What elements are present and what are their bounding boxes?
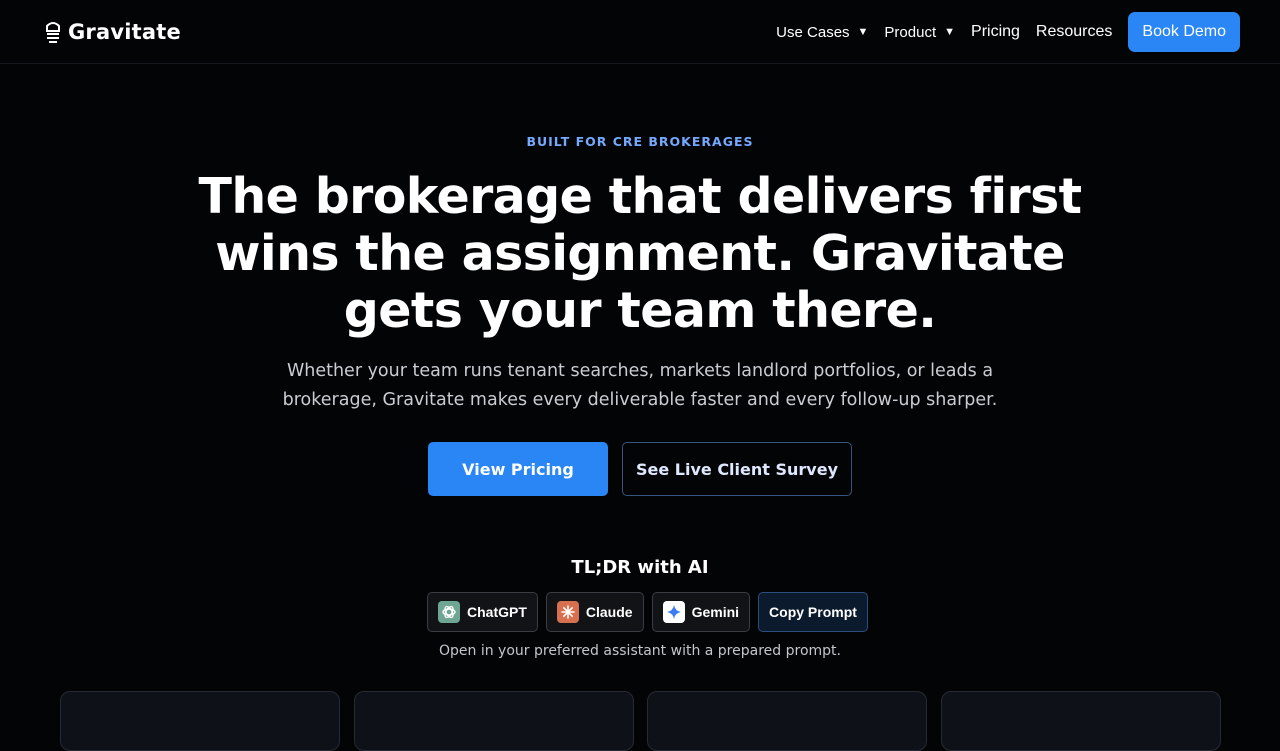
caret-down-icon: ▼ [944, 26, 956, 38]
tldr-title: TL;DR with AI [571, 557, 709, 578]
tldr-note: Open in your preferred assistant with a … [439, 643, 841, 659]
copy-prompt-label: Copy Prompt [769, 604, 857, 620]
chatgpt-label: ChatGPT [467, 604, 527, 620]
chatgpt-icon [438, 601, 460, 623]
feature-card [941, 691, 1221, 751]
feature-cards [0, 691, 1280, 751]
nav-item-use-cases[interactable]: Use Cases ▼ [776, 24, 868, 41]
claude-button[interactable]: Claude [545, 592, 644, 632]
nav-links: Use Cases ▼ Product ▼ Pricing Resources … [776, 12, 1240, 52]
gemini-label: Gemini [691, 604, 740, 620]
nav-item-label: Pricing [971, 23, 1020, 40]
gemini-icon [662, 601, 685, 623]
nav-item-label: Use Cases [776, 23, 850, 41]
nav-item-pricing[interactable]: Pricing [971, 23, 1020, 41]
feature-card [60, 691, 340, 751]
gemini-button[interactable]: Gemini [651, 592, 751, 632]
nav-item-resources[interactable]: Resources [1036, 23, 1112, 41]
chatgpt-button[interactable]: ChatGPT [427, 592, 538, 632]
hero-cta-row: View Pricing See Live Client Survey [0, 442, 1280, 496]
brand-name: Gravitate [68, 20, 181, 44]
hero-eyebrow: BUILT FOR CRE BROKERAGES [526, 134, 754, 149]
nav-item-label: Resources [1035, 23, 1113, 40]
brand-logo[interactable]: Gravitate [44, 18, 181, 46]
nav-item-product[interactable]: Product ▼ [884, 24, 955, 41]
book-demo-button[interactable]: Book Demo [1128, 12, 1240, 52]
feature-card [647, 691, 927, 751]
hero-subhead: Whether your team runs tenant searches, … [282, 361, 998, 410]
view-pricing-button[interactable]: View Pricing [428, 442, 608, 496]
top-nav: Gravitate Use Cases ▼ Product ▼ Pricing … [0, 0, 1280, 64]
claude-icon [556, 601, 579, 623]
gravitate-logo-icon [46, 22, 60, 43]
feature-card [354, 691, 634, 751]
copy-prompt-button[interactable]: Copy Prompt [758, 592, 868, 632]
claude-label: Claude [585, 604, 633, 620]
ai-assistant-row: ChatGPT Claude Gemini Copy Prompt [427, 592, 868, 632]
caret-down-icon: ▼ [857, 26, 869, 38]
nav-item-label: Product [884, 23, 937, 41]
see-live-client-survey-button[interactable]: See Live Client Survey [622, 442, 852, 496]
hero-headline: The brokerage that delivers first wins t… [198, 168, 1083, 339]
